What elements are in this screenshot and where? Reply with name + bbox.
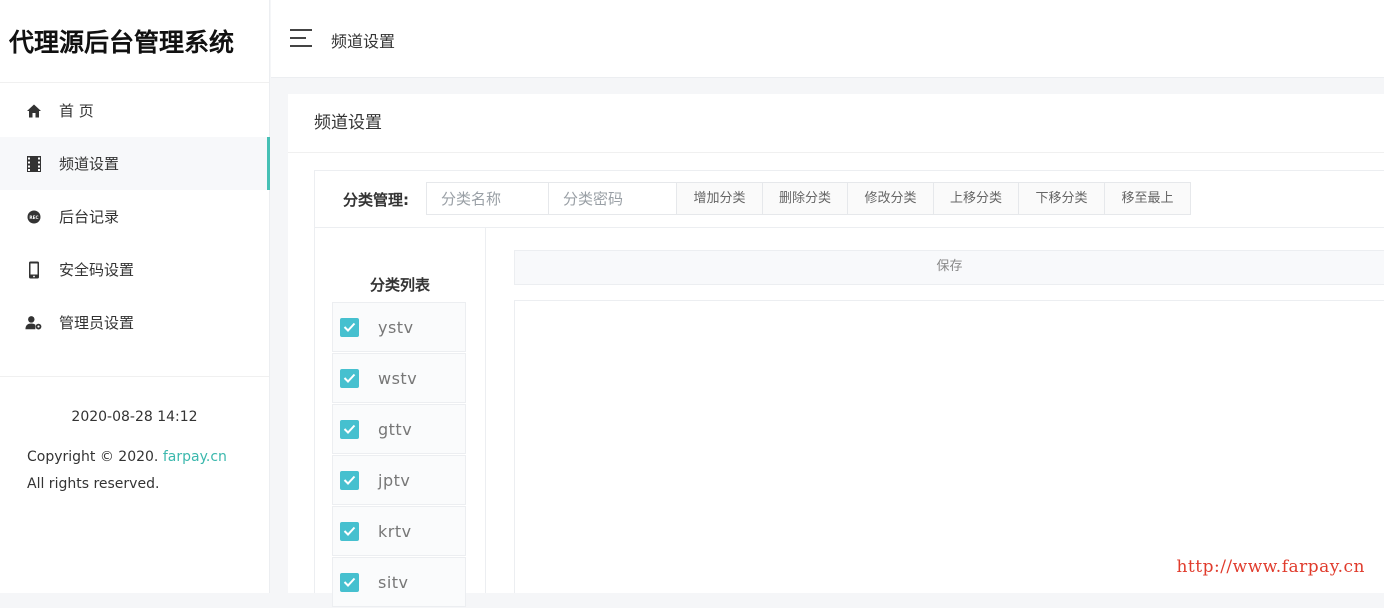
category-name-input[interactable] [426,182,549,215]
sidebar-item-home[interactable]: 首 页 [0,84,269,137]
brand-title: 代理源后台管理系统 [0,0,269,83]
list-item-label: wstv [378,368,418,388]
sidebar-item-label: 安全码设置 [59,261,135,279]
sidebar-item-label: 首 页 [59,102,94,120]
list-item-label: jptv [378,470,411,490]
list-item[interactable]: gttv [332,404,466,454]
list-item[interactable]: sitv [332,557,466,607]
copyright-link[interactable]: farpay.cn [163,449,227,465]
svg-text:REC: REC [29,214,38,219]
phone-icon [25,261,43,279]
breadcrumb-title: 频道设置 [331,32,396,51]
list-item[interactable]: jptv [332,455,466,505]
sidebar-item-security-code[interactable]: 安全码设置 [0,243,269,296]
channel-editor-area[interactable] [514,300,1384,593]
rec-icon: REC [25,208,43,226]
add-category-button[interactable]: 增加分类 [676,182,763,215]
checkbox-checked-icon[interactable] [340,572,359,592]
user-gear-icon [25,314,43,332]
main-panel: 频道设置 分类管理: 增加分类 删除分类 修改分类 上移分类 下移分类 移至最上… [288,94,1384,607]
panel-title: 频道设置 [288,94,1384,153]
sidebar-nav: 首 页 频道设置 REC 后台记录 安全码设置 管理员设置 [0,83,270,349]
sidebar: 代理源后台管理系统 首 页 频道设置 REC 后台记录 安全码设置 管理员设置 … [0,0,270,593]
list-item[interactable]: ystv [332,302,466,352]
category-password-input[interactable] [548,182,677,215]
topbar: 频道设置 [271,0,1384,78]
list-item-label: sitv [378,572,409,592]
home-icon [25,102,43,120]
rights-text: All rights reserved. [27,476,160,492]
category-list-title: 分类列表 [369,276,430,294]
checkbox-checked-icon[interactable] [340,419,359,439]
move-up-button[interactable]: 上移分类 [933,182,1019,215]
list-item-label: ystv [378,317,414,337]
watermark-text: http://www.farpay.cn [1176,557,1365,577]
save-button[interactable]: 保存 [514,250,1384,285]
current-datetime: 2020-08-28 14:12 [71,409,198,425]
sidebar-item-backend-log[interactable]: REC 后台记录 [0,190,269,243]
copyright: Copyright © 2020. farpay.cn All rights r… [0,444,269,498]
category-toolbar: 分类管理: 增加分类 删除分类 修改分类 上移分类 下移分类 移至最上 [315,171,1384,228]
checkbox-checked-icon[interactable] [340,317,359,337]
menu-toggle-icon[interactable] [290,29,312,47]
checkbox-checked-icon[interactable] [340,368,359,388]
sidebar-item-label: 管理员设置 [59,314,135,332]
list-item[interactable]: wstv [332,353,466,403]
edit-category-button[interactable]: 修改分类 [847,182,934,215]
list-item-label: krtv [378,521,412,541]
category-manager: 分类管理: 增加分类 删除分类 修改分类 上移分类 下移分类 移至最上 分类列表… [314,170,1384,607]
toolbar-label: 分类管理: [343,191,409,209]
list-item-label: gttv [378,419,413,439]
delete-category-button[interactable]: 删除分类 [762,182,848,215]
category-list-column: 分类列表 ystv wstv gttv jptv krtv sitv [315,228,486,607]
sidebar-divider [0,376,269,377]
move-down-button[interactable]: 下移分类 [1018,182,1105,215]
sidebar-item-admin-settings[interactable]: 管理员设置 [0,296,269,349]
sidebar-item-label: 频道设置 [59,155,120,173]
list-item[interactable]: krtv [332,506,466,556]
film-icon [25,155,43,173]
category-list: ystv wstv gttv jptv krtv sitv [332,302,466,608]
sidebar-item-channel-settings[interactable]: 频道设置 [0,137,270,190]
sidebar-item-label: 后台记录 [59,208,120,226]
checkbox-checked-icon[interactable] [340,470,359,490]
copyright-text: Copyright © 2020. [27,449,163,465]
checkbox-checked-icon[interactable] [340,521,359,541]
move-to-top-button[interactable]: 移至最上 [1104,182,1191,215]
